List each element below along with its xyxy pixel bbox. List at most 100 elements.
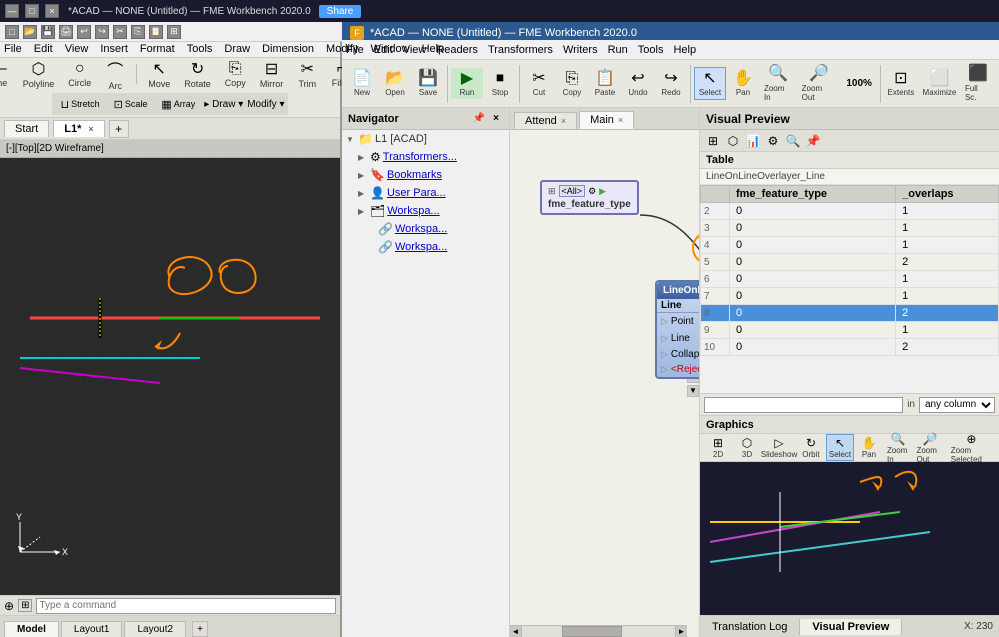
vp-g-pan-btn[interactable]: ✋ Pan [855,435,883,460]
scroll-right-btn[interactable]: ► [675,626,687,637]
plot-icon[interactable]: 🖨 [59,25,73,39]
cad-tab-start[interactable]: Start [4,120,49,137]
nav-pin-icon[interactable]: 📌 [472,112,486,126]
table-row[interactable]: 2 0 1 [701,203,999,220]
cad-array-tool[interactable]: ▦ Array [156,96,200,113]
scroll-thumb[interactable] [562,626,622,637]
table-row[interactable]: 6 0 1 [701,271,999,288]
vp-search-column[interactable]: any column [919,397,995,413]
fme-open-button[interactable]: 📂 Open [379,68,411,100]
table-row[interactable]: 9 0 1 [701,322,999,339]
fme-undo-button[interactable]: ↩ Undo [622,68,654,100]
vp-graphics-canvas[interactable] [700,462,999,615]
nav-item-bookmarks[interactable]: ▶ 🔖 Bookmarks [342,166,509,184]
save-file-icon[interactable]: 💾 [41,25,55,39]
reader-play-icon[interactable]: ▶ [599,186,606,197]
close-icon[interactable]: × [45,4,59,18]
table-row[interactable]: 3 0 1 [701,220,999,237]
copy-sm-icon[interactable]: ⎘ [131,25,145,39]
vp-settings-btn[interactable]: ⚙ [764,132,782,150]
table-row[interactable]: 4 0 1 [701,237,999,254]
ws-attend-close[interactable]: × [561,116,566,126]
paste-icon[interactable]: 📋 [149,25,163,39]
table-row[interactable]: 5 0 2 [701,254,999,271]
cad-menu-window[interactable]: Window [370,43,409,55]
cad-menu-format[interactable]: Format [140,43,175,55]
fme-maximize-button[interactable]: ⬜ Maximize [919,68,960,100]
vp-g-zoomin-btn[interactable]: 🔍 Zoom In [884,431,913,465]
fme-fullscreen-button[interactable]: ⬛ Full Sc. [961,63,995,104]
fme-redo-button[interactable]: ↪ Redo [655,68,687,100]
vp-tab-translation-log[interactable]: Translation Log [700,619,800,635]
vp-g-zoomout-btn[interactable]: 🔎 Zoom Out [913,431,946,465]
scroll-left-btn[interactable]: ◄ [510,626,522,637]
table-row[interactable]: 8 0 2 [701,305,999,322]
cad-menu-modify[interactable]: Modify [326,43,358,55]
new-doc-icon[interactable]: □ [5,25,19,39]
nav-item-workspace1[interactable]: ▶ 🗂 Workspa... [342,202,509,220]
vp-tab-visual-preview[interactable]: Visual Preview [800,619,902,635]
nav-item-l1[interactable]: ▼ 📁 L1 [ACAD] [342,130,509,148]
cad-layout2-tab[interactable]: Layout2 [124,621,186,637]
cad-mirror-tool[interactable]: ⊟ Mirror [255,57,289,91]
fme-select-button[interactable]: ↖ Select [694,67,726,101]
nav-item-workspace3[interactable]: 🔗 Workspa... [342,238,509,256]
vp-g-3d-btn[interactable]: ⬡ 3D [733,435,761,460]
nav-item-workspace2[interactable]: 🔗 Workspa... [342,220,509,238]
fme-save-button[interactable]: 💾 Save [412,68,444,100]
vp-2d-btn[interactable]: ⊞ [704,132,722,150]
cad-menu-insert[interactable]: Insert [100,43,128,55]
reader-settings-icon[interactable]: ⚙ [588,186,596,197]
cad-menu-file[interactable]: File [4,43,22,55]
cad-menu-tools[interactable]: Tools [187,43,213,55]
fme-menu-transformers[interactable]: Transformers [488,44,553,56]
vp-g-orbit-btn[interactable]: ↻ Orbit [797,435,825,460]
cad-menu-help[interactable]: Help [422,43,445,55]
cad-snap-icon[interactable]: ⊕ [4,599,14,613]
fme-run-button[interactable]: ▶ Run [451,68,483,100]
cad-scale-tool[interactable]: ⊡ Scale [109,96,153,113]
cad-circle-tool[interactable]: ○ Circle [63,58,96,90]
cad-arc-tool[interactable]: ⌒ Arc [100,55,130,93]
ws-tab-main[interactable]: Main × [579,111,634,129]
cad-menu-draw[interactable]: Draw [224,43,250,55]
fme-extents-button[interactable]: ⊡ Extents [884,68,918,100]
vp-3d-btn[interactable]: ⬡ [724,132,742,150]
workspace-canvas[interactable]: ▲ ▼ ⊞ <All> ⚙ ▶ fme_feature_type [510,130,699,637]
nav-close-icon[interactable]: × [489,112,503,126]
cut-icon[interactable]: ✂ [113,25,127,39]
scroll-down-btn[interactable]: ▼ [687,385,699,397]
fme-copy-button[interactable]: ⎘ Copy [556,68,588,100]
vp-search-input[interactable] [704,397,903,413]
scroll-track[interactable] [522,626,675,637]
fme-menu-run[interactable]: Run [608,44,628,56]
ws-tab-attend[interactable]: Attend × [514,112,577,129]
fme-stop-button[interactable]: ⏹ Stop [484,68,516,100]
vp-table-btn[interactable]: 📊 [744,132,762,150]
vp-g-select-btn[interactable]: ↖ Select [826,434,854,461]
table-row[interactable]: 7 0 1 [701,288,999,305]
cad-copy-tool[interactable]: ⎘ Copy [220,58,251,90]
cad-command-input[interactable] [36,598,336,614]
cad-line-tool[interactable]: — Line [0,58,14,90]
cad-stretch-tool[interactable]: ⊔ Stretch [56,96,105,113]
cad-move-tool[interactable]: ↖ Move [143,57,175,91]
ws-main-close[interactable]: × [618,115,623,125]
table-row[interactable]: 10 0 2 [701,339,999,356]
share-button[interactable]: Share [319,5,362,18]
open-file-icon[interactable]: 📂 [23,25,37,39]
add-layout-button[interactable]: + [192,621,208,637]
cad-layout1-tab[interactable]: Layout1 [61,621,123,637]
cad-menu-dimension[interactable]: Dimension [262,43,314,55]
vp-g-slideshow-btn[interactable]: ▷ Slideshow [762,435,796,460]
cad-trim-tool[interactable]: ✂ Trim [292,57,322,91]
cad-menu-edit[interactable]: Edit [34,43,53,55]
cad-grid-toggle[interactable]: ⊞ [18,599,32,612]
fme-pan-button[interactable]: ✋ Pan [727,68,759,100]
fme-zoomout-button[interactable]: 🔎 Zoom Out [798,63,841,104]
cad-polyline-tool[interactable]: ⬡ Polyline [18,57,60,91]
add-tab-button[interactable]: + [109,120,129,138]
undo-icon[interactable]: ↩ [77,25,91,39]
cad-menu-view[interactable]: View [65,43,89,55]
properties-icon[interactable]: ⊞ [167,25,181,39]
